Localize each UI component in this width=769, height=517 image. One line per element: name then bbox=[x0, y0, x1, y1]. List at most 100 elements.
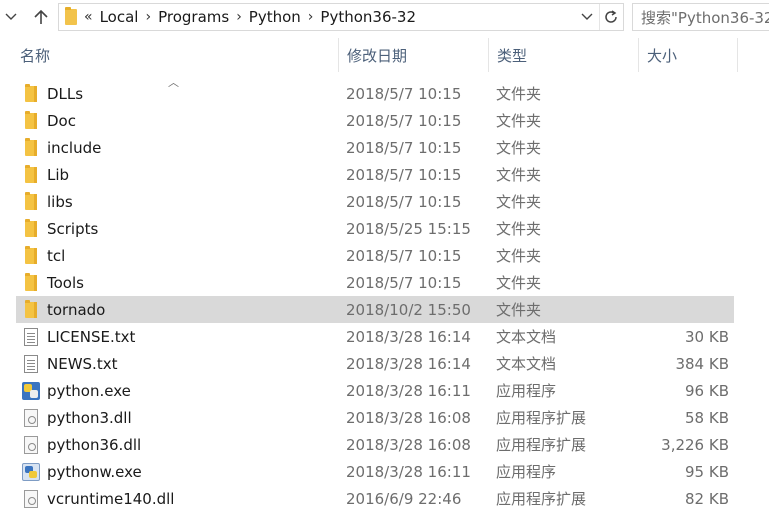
file-row[interactable]: Tools 2018/5/7 10:15 文件夹 bbox=[16, 269, 734, 296]
file-row[interactable]: python3.dll 2018/3/28 16:08 应用程序扩展 58 KB bbox=[16, 404, 734, 431]
file-name: vcruntime140.dll bbox=[47, 489, 175, 508]
file-row[interactable]: tornado 2018/10/2 15:50 文件夹 bbox=[16, 296, 734, 323]
file-icon-cell bbox=[22, 242, 40, 269]
dll-file-icon bbox=[24, 489, 38, 508]
python-exe-icon bbox=[22, 381, 40, 400]
file-icon-cell bbox=[22, 485, 40, 512]
refresh-button[interactable] bbox=[599, 4, 621, 30]
folder-icon bbox=[25, 272, 37, 291]
file-size: 30 KB bbox=[685, 327, 729, 346]
file-row[interactable]: include 2018/5/7 10:15 文件夹 bbox=[16, 134, 734, 161]
chevron-right-icon[interactable]: › bbox=[236, 9, 242, 25]
file-date: 2018/3/28 16:14 bbox=[346, 354, 471, 373]
file-type: 文件夹 bbox=[496, 193, 542, 211]
file-name: Scripts bbox=[47, 219, 99, 238]
column-header-name[interactable]: 名称 bbox=[12, 38, 338, 72]
file-icon-cell bbox=[22, 431, 40, 458]
file-type: 应用程序扩展 bbox=[496, 436, 587, 454]
folder-icon bbox=[25, 299, 37, 318]
folder-icon bbox=[25, 218, 37, 237]
file-icon-cell bbox=[22, 377, 40, 404]
file-row[interactable]: tcl 2018/5/7 10:15 文件夹 bbox=[16, 242, 734, 269]
breadcrumb-item-programs[interactable]: Programs bbox=[158, 8, 229, 26]
file-size: 82 KB bbox=[685, 489, 729, 508]
file-date: 2018/5/7 10:15 bbox=[346, 111, 462, 130]
file-row[interactable]: Scripts 2018/5/25 15:15 文件夹 bbox=[16, 215, 734, 242]
file-row[interactable]: LICENSE.txt 2018/3/28 16:14 文本文档 30 KB bbox=[16, 323, 734, 350]
chevron-down-icon bbox=[581, 13, 593, 20]
file-date: 2018/3/28 16:11 bbox=[346, 462, 471, 481]
file-icon-cell bbox=[22, 80, 40, 107]
breadcrumb-item-python[interactable]: Python bbox=[249, 8, 301, 26]
address-bar[interactable]: « Local › Programs › Python › Python36-3… bbox=[58, 3, 624, 31]
file-row[interactable]: python.exe 2018/3/28 16:11 应用程序 96 KB bbox=[16, 377, 734, 404]
file-type: 文件夹 bbox=[496, 166, 542, 184]
file-size bbox=[638, 161, 729, 188]
search-input[interactable]: 搜索"Python36-32" bbox=[632, 3, 769, 31]
file-date: 2018/5/25 15:15 bbox=[346, 219, 471, 238]
file-type: 文本文档 bbox=[496, 328, 557, 346]
file-row[interactable]: NEWS.txt 2018/3/28 16:14 文本文档 384 KB bbox=[16, 350, 734, 377]
file-type: 应用程序扩展 bbox=[496, 409, 587, 427]
file-type: 文件夹 bbox=[496, 112, 542, 130]
file-icon-cell bbox=[22, 215, 40, 242]
file-icon-cell bbox=[22, 161, 40, 188]
file-type: 应用程序 bbox=[496, 382, 557, 400]
file-date: 2018/5/7 10:15 bbox=[346, 273, 462, 292]
breadcrumb-item-local[interactable]: Local bbox=[100, 8, 139, 26]
column-headers: ︿ 名称 修改日期 类型 大小 bbox=[0, 38, 769, 89]
folder-icon bbox=[25, 245, 37, 264]
breadcrumb-item-python36-32[interactable]: Python36-32 bbox=[320, 8, 416, 26]
file-size bbox=[638, 269, 729, 296]
folder-icon bbox=[25, 83, 37, 102]
file-icon-cell bbox=[22, 296, 40, 323]
file-row[interactable]: vcruntime140.dll 2016/6/9 22:46 应用程序扩展 82 K… bbox=[16, 485, 734, 512]
file-type: 文件夹 bbox=[496, 247, 542, 265]
file-name: python.exe bbox=[47, 381, 131, 400]
file-type: 文件夹 bbox=[496, 139, 542, 157]
file-date: 2018/5/7 10:15 bbox=[346, 246, 462, 265]
file-size: 95 KB bbox=[685, 462, 729, 481]
file-name: tornado bbox=[47, 300, 106, 319]
file-size bbox=[638, 107, 729, 134]
file-row[interactable]: libs 2018/5/7 10:15 文件夹 bbox=[16, 188, 734, 215]
chevron-right-icon[interactable]: › bbox=[308, 9, 314, 25]
file-name: NEWS.txt bbox=[47, 354, 118, 373]
file-date: 2018/5/7 10:15 bbox=[346, 192, 462, 211]
column-header-size[interactable]: 大小 bbox=[638, 38, 738, 72]
file-name: Tools bbox=[47, 273, 84, 292]
column-header-type[interactable]: 类型 bbox=[488, 38, 638, 72]
folder-icon bbox=[65, 7, 77, 25]
file-row[interactable]: Lib 2018/5/7 10:15 文件夹 bbox=[16, 161, 734, 188]
file-name: Lib bbox=[47, 165, 70, 184]
up-button[interactable] bbox=[30, 4, 52, 30]
file-icon-cell bbox=[22, 350, 40, 377]
folder-icon bbox=[25, 137, 37, 156]
folder-icon bbox=[25, 164, 37, 183]
file-icon-cell bbox=[22, 107, 40, 134]
file-size bbox=[638, 134, 729, 161]
file-date: 2018/5/7 10:15 bbox=[346, 84, 462, 103]
chevron-right-icon[interactable]: › bbox=[145, 9, 151, 25]
file-date: 2018/10/2 15:50 bbox=[346, 300, 471, 319]
recent-locations-button[interactable] bbox=[0, 4, 22, 30]
file-icon-cell bbox=[22, 323, 40, 350]
dll-file-icon bbox=[24, 408, 38, 427]
address-dropdown-button[interactable] bbox=[577, 4, 597, 30]
file-date: 2018/3/28 16:14 bbox=[346, 327, 471, 346]
file-row[interactable]: pythonw.exe 2018/3/28 16:11 应用程序 95 KB bbox=[16, 458, 734, 485]
file-date: 2016/6/9 22:46 bbox=[346, 489, 462, 508]
file-icon-cell bbox=[22, 188, 40, 215]
chevron-down-icon bbox=[5, 13, 17, 20]
file-icon-cell bbox=[22, 269, 40, 296]
column-header-date[interactable]: 修改日期 bbox=[338, 38, 488, 72]
file-type: 文件夹 bbox=[496, 220, 542, 238]
file-row[interactable]: DLLs 2018/5/7 10:15 文件夹 bbox=[16, 80, 734, 107]
file-row[interactable]: python36.dll 2018/3/28 16:08 应用程序扩展 3,226 K… bbox=[16, 431, 734, 458]
file-row[interactable]: Doc 2018/5/7 10:15 文件夹 bbox=[16, 107, 734, 134]
file-icon-cell bbox=[22, 458, 40, 485]
file-name: include bbox=[47, 138, 102, 157]
file-size bbox=[638, 215, 729, 242]
file-date: 2018/3/28 16:08 bbox=[346, 435, 471, 454]
breadcrumb-overflow[interactable]: « bbox=[84, 9, 93, 25]
